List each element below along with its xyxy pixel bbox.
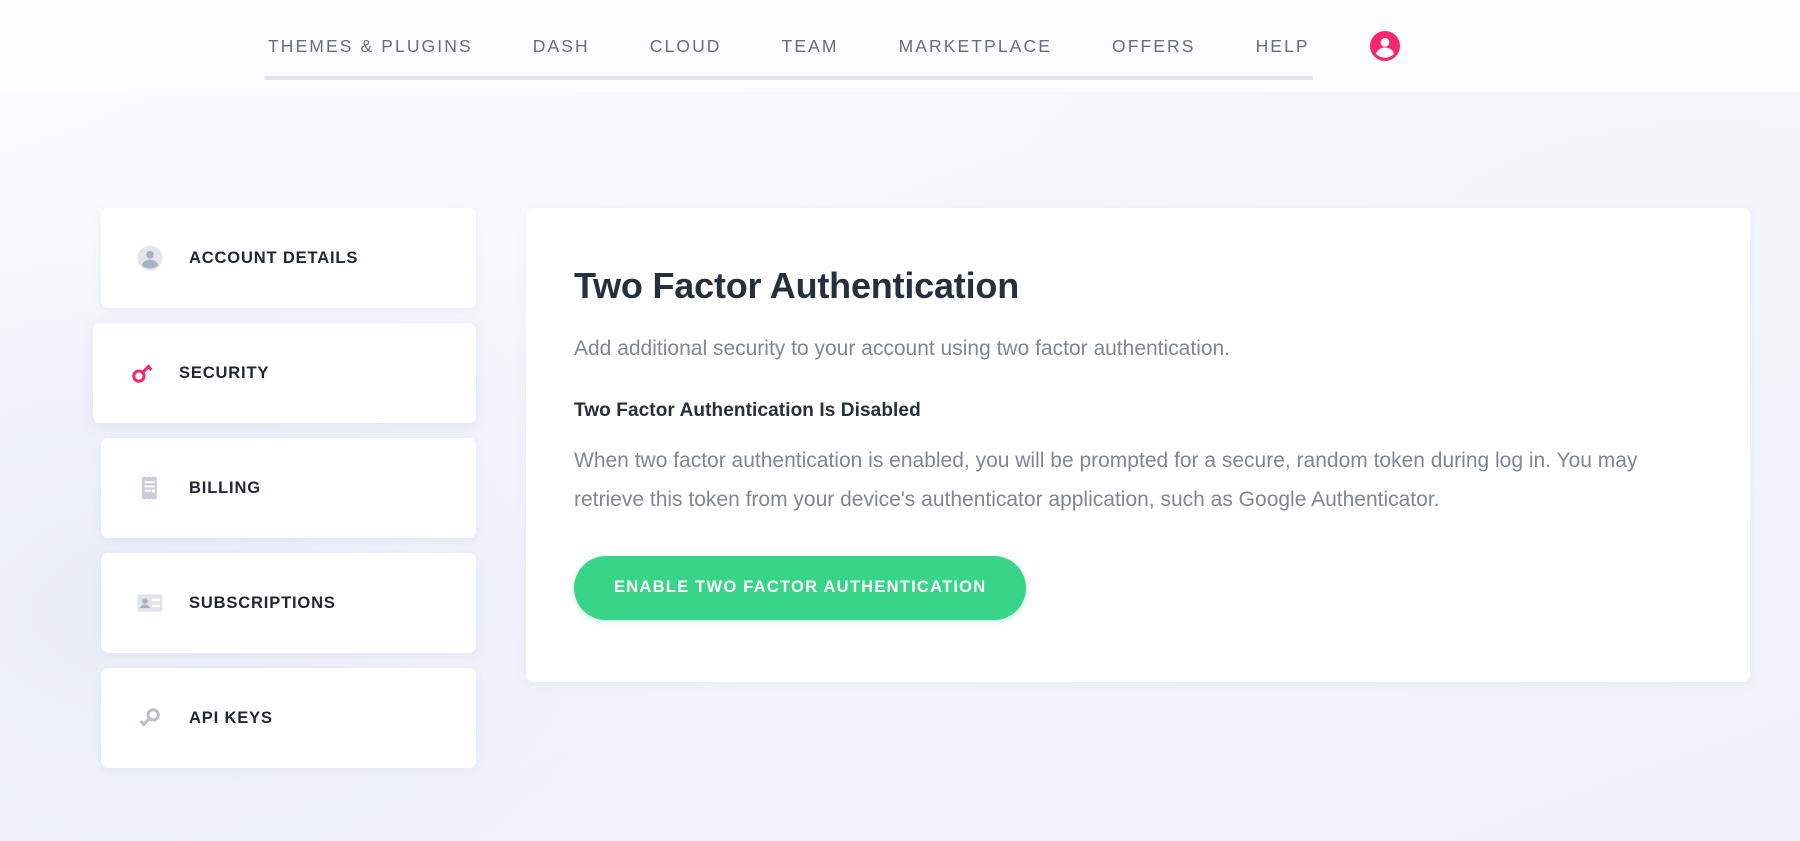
user-avatar-icon[interactable]: [1369, 31, 1400, 61]
sidebar-item-billing[interactable]: BILLING: [101, 438, 476, 538]
nav-item-marketplace[interactable]: MARKETPLACE: [899, 30, 1052, 63]
sidebar-item-security[interactable]: SECURITY: [93, 323, 476, 423]
nav-item-themes-plugins[interactable]: THEMES & PLUGINS: [268, 30, 473, 63]
receipt-icon: [133, 471, 167, 505]
sidebar-item-api-keys[interactable]: API KEYS: [101, 668, 476, 768]
sidebar-item-label: SUBSCRIPTIONS: [189, 593, 336, 612]
nav-item-cloud[interactable]: CLOUD: [650, 30, 722, 63]
nav-underline-divider: [264, 76, 1313, 80]
sidebar-item-account-details[interactable]: ACCOUNT DETAILS: [101, 208, 476, 308]
nav-item-team[interactable]: TEAM: [782, 30, 839, 63]
nav-item-help[interactable]: HELP: [1256, 30, 1310, 63]
sidebar-item-label: API KEYS: [189, 708, 273, 727]
settings-sidebar: ACCOUNT DETAILS SECURITY BILLING SUBSCRI…: [93, 208, 476, 768]
nav-item-offers[interactable]: OFFERS: [1112, 30, 1196, 63]
two-factor-authentication-card: Two Factor Authentication Add additional…: [526, 208, 1750, 682]
page-title: Two Factor Authentication: [574, 265, 1019, 306]
page-body: ACCOUNT DETAILS SECURITY BILLING SUBSCRI…: [0, 92, 1800, 768]
enable-two-factor-authentication-button[interactable]: ENABLE TWO FACTOR AUTHENTICATION: [574, 555, 1027, 620]
sidebar-item-subscriptions[interactable]: SUBSCRIPTIONS: [101, 553, 476, 653]
sidebar-item-label: SECURITY: [179, 363, 270, 382]
user-avatar-icon: [133, 241, 167, 275]
sidebar-item-label: ACCOUNT DETAILS: [189, 248, 359, 267]
description-text: When two factor authentication is enable…: [574, 449, 1638, 511]
page-subtitle: Add additional security to your account …: [574, 336, 1231, 360]
sidebar-item-label: BILLING: [189, 478, 261, 497]
status-heading: Two Factor Authentication Is Disabled: [574, 400, 921, 422]
top-navigation-bar: THEMES & PLUGINS DASH CLOUD TEAM MARKETP…: [0, 0, 1800, 92]
id-card-icon: [133, 586, 167, 620]
key-icon: [133, 701, 167, 735]
key-icon: [125, 356, 159, 390]
nav-item-dash[interactable]: DASH: [533, 30, 590, 63]
